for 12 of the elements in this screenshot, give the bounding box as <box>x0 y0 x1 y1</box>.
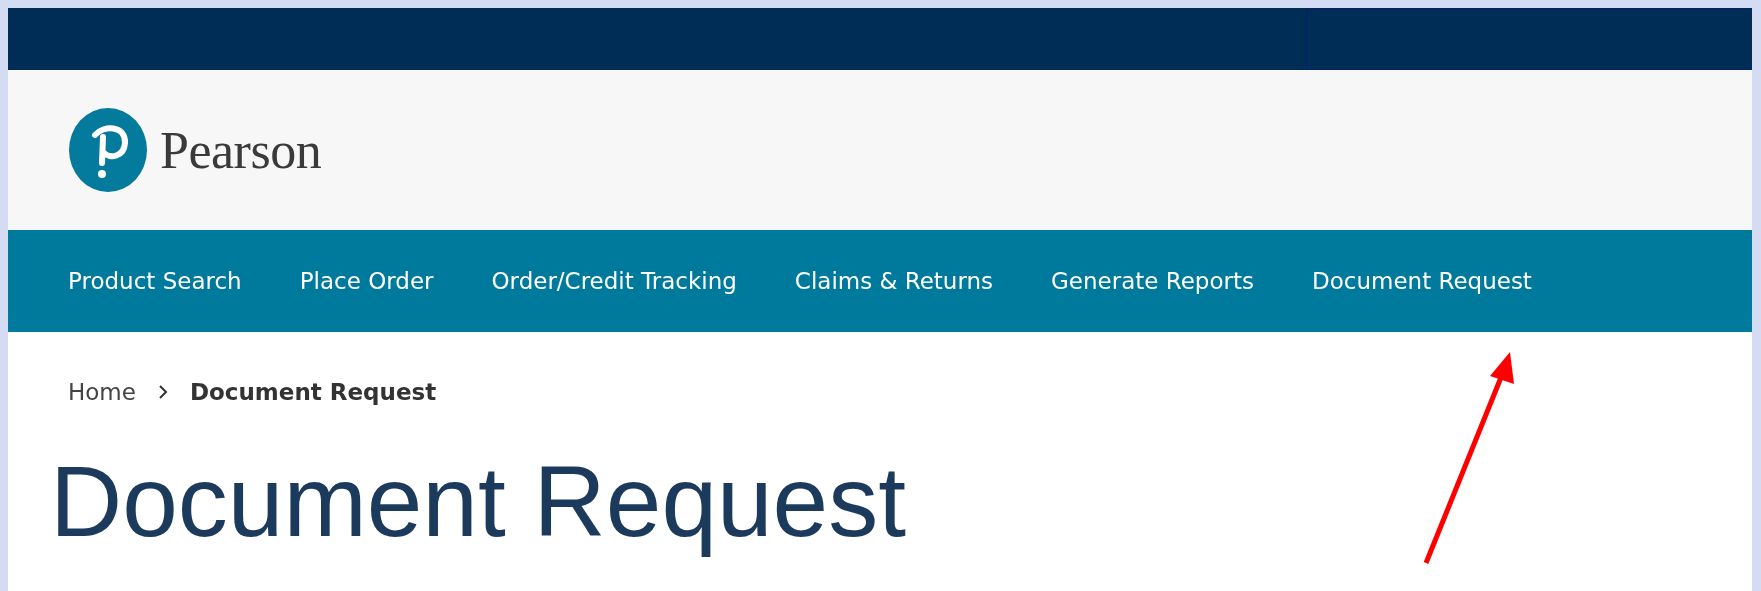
logo-text[interactable]: Pearson <box>160 120 322 180</box>
nav-link[interactable]: Place Order <box>299 268 434 294</box>
logo-icon <box>68 107 148 193</box>
nav-link[interactable]: Generate Reports <box>1051 268 1254 294</box>
nav-link[interactable]: Order/Credit Tracking <box>491 268 737 294</box>
breadcrumb-link[interactable]: Home <box>68 379 136 405</box>
chevron-right-icon <box>157 384 168 400</box>
nav-link[interactable]: Product Search <box>68 268 242 294</box>
page-title: Document Request <box>50 446 907 556</box>
nav-link[interactable]: Document Request <box>1312 268 1532 294</box>
nav-link[interactable]: Claims & Returns <box>794 268 994 294</box>
breadcrumb-current: Document Request <box>189 379 437 405</box>
